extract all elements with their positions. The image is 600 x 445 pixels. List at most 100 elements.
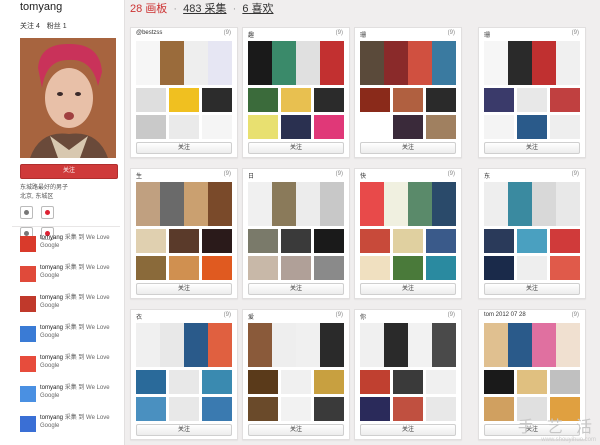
board-thumbnail[interactable] — [202, 229, 232, 253]
board-title[interactable]: 东 — [484, 171, 490, 180]
activity-user[interactable]: tomyang — [40, 355, 63, 361]
activity-user[interactable]: tomyang — [40, 415, 63, 421]
board-thumbnail[interactable] — [136, 88, 166, 112]
follow-board-button[interactable]: 关注 — [136, 424, 232, 436]
board-thumbnail[interactable] — [248, 229, 278, 253]
board-thumbnail[interactable] — [517, 88, 547, 112]
board-thumbnail[interactable] — [202, 115, 232, 139]
board-cover-image[interactable] — [136, 41, 232, 85]
sina-weibo-icon[interactable] — [20, 206, 33, 219]
board-title[interactable]: 趣 — [248, 30, 254, 39]
board-thumbnail[interactable] — [360, 397, 390, 421]
board-thumbnail[interactable] — [393, 256, 423, 280]
board-card[interactable]: 东 (9) 关注 — [478, 168, 586, 299]
follow-board-button[interactable]: 关注 — [484, 142, 580, 154]
board-title[interactable]: @bestzss — [136, 30, 162, 36]
activity-user[interactable]: tomyang — [40, 265, 63, 271]
board-thumbnail[interactable] — [248, 88, 278, 112]
board-thumbnail[interactable] — [360, 115, 390, 139]
board-thumbnail[interactable] — [169, 397, 199, 421]
avatar[interactable] — [20, 38, 116, 158]
activity-thumbnail[interactable] — [20, 266, 36, 282]
follow-board-button[interactable]: 关注 — [248, 424, 344, 436]
followers-count[interactable]: 粉丝 1 — [47, 23, 67, 30]
board-thumbnail[interactable] — [393, 397, 423, 421]
follow-board-button[interactable]: 关注 — [360, 283, 456, 295]
board-thumbnail[interactable] — [550, 229, 580, 253]
board-thumbnail[interactable] — [393, 88, 423, 112]
follow-board-button[interactable]: 关注 — [360, 142, 456, 154]
activity-thumbnail[interactable] — [20, 416, 36, 432]
board-thumbnail[interactable] — [484, 88, 514, 112]
board-cover-image[interactable] — [248, 323, 344, 367]
board-thumbnail[interactable] — [360, 370, 390, 394]
board-thumbnail[interactable] — [248, 115, 278, 139]
board-thumbnail[interactable] — [136, 370, 166, 394]
board-card[interactable]: 珊 (9) 关注 — [478, 27, 586, 158]
board-thumbnail[interactable] — [360, 256, 390, 280]
profile-username[interactable]: tomyang — [20, 1, 62, 13]
board-title[interactable]: 珊 — [360, 30, 366, 39]
board-thumbnail[interactable] — [550, 256, 580, 280]
board-cover-image[interactable] — [248, 41, 344, 85]
boards-label[interactable]: 画板 — [145, 3, 167, 15]
activity-thumbnail[interactable] — [20, 386, 36, 402]
activity-item[interactable]: tomyang 采集 到 We Love Google — [12, 382, 120, 412]
board-card[interactable]: 你 (9) 关注 — [354, 309, 462, 440]
board-thumbnail[interactable] — [314, 256, 344, 280]
board-thumbnail[interactable] — [136, 256, 166, 280]
board-thumbnail[interactable] — [169, 256, 199, 280]
board-thumbnail[interactable] — [314, 397, 344, 421]
board-cover-image[interactable] — [360, 182, 456, 226]
board-thumbnail[interactable] — [169, 370, 199, 394]
board-thumbnail[interactable] — [248, 397, 278, 421]
activity-user[interactable]: tomyang — [40, 295, 63, 301]
board-thumbnail[interactable] — [248, 370, 278, 394]
board-title[interactable]: 日 — [248, 171, 254, 180]
board-cover-image[interactable] — [484, 323, 580, 367]
board-thumbnail[interactable] — [484, 229, 514, 253]
board-thumbnail[interactable] — [393, 370, 423, 394]
board-card[interactable]: 趣 (9) 关注 — [242, 27, 350, 158]
board-title[interactable]: 衣 — [136, 312, 142, 321]
activity-item[interactable]: tomyang 采集 到 We Love Google — [12, 292, 120, 322]
board-thumbnail[interactable] — [484, 397, 514, 421]
activity-user[interactable]: tomyang — [40, 385, 63, 391]
activity-thumbnail[interactable] — [20, 296, 36, 312]
board-cover-image[interactable] — [136, 323, 232, 367]
board-card[interactable]: 衣 (9) 关注 — [130, 309, 238, 440]
board-thumbnail[interactable] — [426, 370, 456, 394]
board-thumbnail[interactable] — [517, 229, 547, 253]
qq-weibo-icon[interactable] — [41, 206, 55, 219]
likes-link[interactable]: 6 喜欢 — [242, 3, 273, 15]
board-card[interactable]: @bestzss (9) 关注 — [130, 27, 238, 158]
board-thumbnail[interactable] — [281, 397, 311, 421]
board-cover-image[interactable] — [484, 182, 580, 226]
activity-item[interactable]: tomyang 采集 到 We Love Google — [12, 412, 120, 442]
board-thumbnail[interactable] — [550, 88, 580, 112]
board-thumbnail[interactable] — [426, 256, 456, 280]
board-card[interactable]: 爱 (9) 关注 — [242, 309, 350, 440]
follow-board-button[interactable]: 关注 — [248, 283, 344, 295]
activity-item[interactable]: tomyang 采集 到 We Love Google — [12, 262, 120, 292]
board-thumbnail[interactable] — [202, 88, 232, 112]
board-cover-image[interactable] — [248, 182, 344, 226]
board-thumbnail[interactable] — [550, 115, 580, 139]
board-title[interactable]: tom 2012 07 28 — [484, 312, 526, 318]
board-thumbnail[interactable] — [136, 397, 166, 421]
board-thumbnail[interactable] — [169, 115, 199, 139]
board-thumbnail[interactable] — [393, 115, 423, 139]
board-thumbnail[interactable] — [314, 115, 344, 139]
board-title[interactable]: 珊 — [484, 30, 490, 39]
follow-board-button[interactable]: 关注 — [136, 283, 232, 295]
board-card[interactable]: 生 (9) 关注 — [130, 168, 238, 299]
board-thumbnail[interactable] — [484, 256, 514, 280]
boards-count[interactable]: 28 — [130, 3, 142, 15]
board-thumbnail[interactable] — [136, 229, 166, 253]
board-cover-image[interactable] — [360, 41, 456, 85]
board-thumbnail[interactable] — [426, 88, 456, 112]
board-thumbnail[interactable] — [517, 115, 547, 139]
board-cover-image[interactable] — [136, 182, 232, 226]
board-thumbnail[interactable] — [169, 229, 199, 253]
board-title[interactable]: 爱 — [248, 312, 254, 321]
